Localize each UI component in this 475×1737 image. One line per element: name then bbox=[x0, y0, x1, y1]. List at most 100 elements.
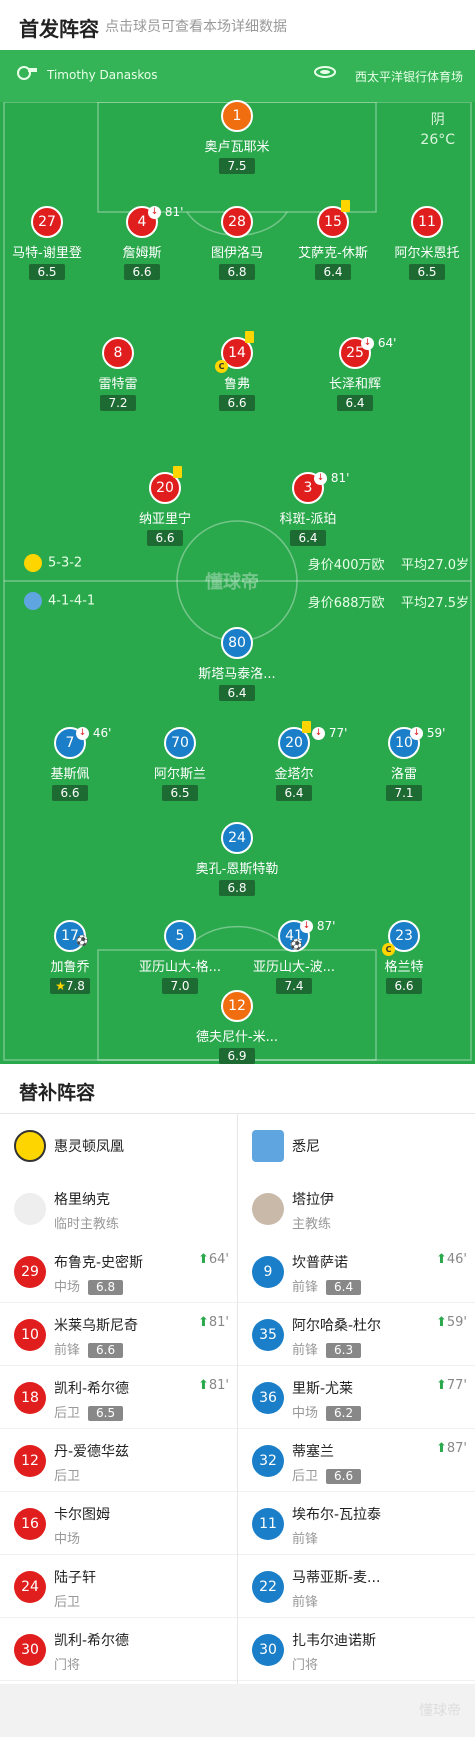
jersey-number: 36 bbox=[252, 1382, 284, 1414]
player-rating: 6.6 bbox=[52, 785, 88, 801]
home-value-info: 身价400万欧 平均27.0岁 bbox=[308, 554, 469, 573]
player-name: 卡尔图姆 bbox=[54, 1507, 110, 1523]
coach-role: 临时主教练 bbox=[54, 1217, 120, 1232]
jersey-circle: 25 ↓ 64' bbox=[339, 336, 396, 369]
home-player[interactable]: 15 艾萨克-休斯 6.4 bbox=[283, 200, 383, 280]
venue-name: 西太平洋银行体育场 bbox=[354, 70, 463, 84]
sub-player-row[interactable]: 18 凯利-希尔德 后卫 6.5 ⬆81' bbox=[0, 1366, 237, 1429]
event-time: 64' bbox=[377, 336, 397, 350]
sub-out-icon: ↓ bbox=[314, 472, 327, 485]
position-text: 前锋 bbox=[292, 1280, 319, 1295]
jersey-circle: 23 C bbox=[382, 920, 420, 956]
sub-player-row[interactable]: 16 卡尔图姆 中场 bbox=[0, 1492, 237, 1555]
captain-icon: C bbox=[382, 943, 395, 956]
substitutes-section: 替补阵容 惠灵顿凤凰 格里纳克 临时主教练 29 布鲁克-史密斯 中场 6.8 ⬆64'… bbox=[0, 1064, 475, 1684]
footer: 懂球帝 bbox=[0, 1684, 475, 1737]
sub-player-row[interactable]: 35 阿尔哈桑-杜尔 前锋 6.3 ⬆59' bbox=[238, 1303, 475, 1366]
weather-info: 阴 26°C bbox=[420, 110, 455, 150]
away-player[interactable]: 20 ↓ 77' 金塔尔 6.4 bbox=[244, 721, 347, 801]
sub-out-icon: ↓ bbox=[361, 337, 374, 350]
player-name: 图伊洛马 bbox=[210, 246, 263, 261]
away-player[interactable]: 80 斯塔马泰洛... 6.4 bbox=[187, 627, 287, 701]
sub-player-row[interactable]: 9 坎普萨诺 前锋 6.4 ⬆46' bbox=[238, 1240, 475, 1303]
sub-out-icon: ↓ bbox=[76, 727, 89, 740]
home-player[interactable]: 20 纳亚里宁 6.6 bbox=[115, 466, 215, 546]
home-player[interactable]: 25 ↓ 64' 长泽和辉 6.4 bbox=[305, 336, 405, 411]
player-rating: 6.5 bbox=[409, 264, 445, 280]
jersey-number: 70 bbox=[164, 727, 196, 759]
player-name: 雷特雷 bbox=[98, 377, 138, 392]
sub-out-icon: ↓ bbox=[410, 727, 423, 740]
player-rating: 6.8 bbox=[219, 880, 255, 896]
substitutes-title: 替补阵容 bbox=[19, 1082, 96, 1104]
sub-out-event: ↓ 81' bbox=[148, 198, 183, 226]
player-position: 门将 bbox=[292, 1658, 319, 1673]
coach-name: 塔拉伊 bbox=[292, 1192, 334, 1208]
player-rating: 6.6 bbox=[88, 1343, 124, 1358]
home-player[interactable]: 4 ↓ 81' 詹姆斯 6.6 bbox=[92, 205, 192, 280]
event-time: 46' bbox=[92, 726, 112, 740]
sub-in-time: ⬆64' bbox=[198, 1252, 229, 1267]
home-player[interactable]: 11 阿尔米恩托 6.5 bbox=[377, 206, 475, 280]
home-player-goalkeeper[interactable]: 1 奥卢瓦耶米 7.5 bbox=[187, 100, 287, 174]
sub-player-row[interactable]: 36 里斯-尤莱 中场 6.2 ⬆77' bbox=[238, 1366, 475, 1429]
player-position: 后卫 6.6 bbox=[292, 1465, 362, 1484]
sub-player-row[interactable]: 11 埃布尔-瓦拉泰 前锋 bbox=[238, 1492, 475, 1555]
away-coach-row[interactable]: 塔拉伊 主教练 bbox=[238, 1177, 475, 1240]
event-time: 81' bbox=[330, 471, 350, 485]
event-time: 81' bbox=[164, 205, 184, 219]
sub-player-row[interactable]: 12 丹-爱德华兹 后卫 bbox=[0, 1429, 237, 1492]
jersey-number: 32 bbox=[252, 1445, 284, 1477]
coach-name: 格里纳克 bbox=[54, 1192, 110, 1208]
player-name: 斯塔马泰洛... bbox=[198, 667, 276, 682]
sub-player-row[interactable]: 29 布鲁克-史密斯 中场 6.8 ⬆64' bbox=[0, 1240, 237, 1303]
sub-player-row[interactable]: 10 米莱乌斯尼奇 前锋 6.6 ⬆81' bbox=[0, 1303, 237, 1366]
player-name: 格兰特 bbox=[384, 960, 424, 975]
away-team-logo-icon bbox=[252, 1130, 284, 1162]
away-team-badge-icon bbox=[24, 592, 42, 610]
jersey-circle: 4 ↓ 81' bbox=[126, 205, 183, 238]
sub-player-row[interactable]: 30 凯利-希尔德 门将 bbox=[0, 1618, 237, 1681]
player-rating: 6.4 bbox=[315, 264, 351, 280]
sub-player-row[interactable]: 22 马蒂亚斯-麦... 前锋 bbox=[238, 1555, 475, 1618]
away-team-row[interactable]: 悉尼 bbox=[238, 1114, 475, 1177]
home-coach-row[interactable]: 格里纳克 临时主教练 bbox=[0, 1177, 237, 1240]
event-time: 77' bbox=[328, 726, 348, 740]
yellow-card-icon bbox=[341, 200, 350, 212]
sub-player-row[interactable]: 30 扎韦尔迪诺斯 门将 bbox=[238, 1618, 475, 1681]
star-icon: ★ bbox=[55, 979, 66, 993]
home-player[interactable]: 8 雷特雷 7.2 bbox=[68, 337, 168, 411]
away-player[interactable]: 7 ↓ 46' 基斯佩 6.6 bbox=[20, 726, 120, 801]
sub-in-time: ⬆46' bbox=[436, 1252, 467, 1267]
time-text: 81' bbox=[208, 1315, 229, 1330]
away-player[interactable]: 70 阿尔斯兰 6.5 bbox=[130, 727, 230, 801]
player-name: 阿尔米恩托 bbox=[394, 246, 460, 261]
stadium-icon bbox=[314, 66, 336, 78]
away-player[interactable]: 10 ↓ 59' 洛雷 7.1 bbox=[354, 726, 454, 801]
home-player[interactable]: 27 马特-谢里登 6.5 bbox=[0, 206, 97, 280]
away-player[interactable]: 41 ↓ 87' ⚽ 亚历山大-波... 7.4 bbox=[244, 919, 344, 994]
player-rating: 6.4 bbox=[337, 395, 373, 411]
away-player-mvp[interactable]: 17 ⚽ 加鲁乔 ★7.8 bbox=[20, 920, 120, 994]
player-name: 詹姆斯 bbox=[122, 246, 162, 261]
player-name: 奥卢瓦耶米 bbox=[204, 140, 270, 155]
home-player[interactable]: 28 图伊洛马 6.8 bbox=[187, 206, 287, 280]
home-team-row[interactable]: 惠灵顿凤凰 bbox=[0, 1114, 237, 1177]
sub-out-icon: ↓ bbox=[312, 727, 325, 740]
away-player[interactable]: 24 奥孔-恩斯特勒 6.8 bbox=[187, 822, 287, 896]
event-time: 59' bbox=[426, 726, 446, 740]
jersey-number: 16 bbox=[14, 1508, 46, 1540]
away-player-captain[interactable]: 23 C 格兰特 6.6 bbox=[354, 920, 454, 994]
coach-role: 主教练 bbox=[292, 1217, 332, 1232]
sub-player-row[interactable]: 32 蒂塞兰 后卫 6.6 ⬆87' bbox=[238, 1429, 475, 1492]
home-player-captain[interactable]: 14 C 鲁弗 6.6 bbox=[187, 331, 287, 411]
away-player[interactable]: 5 亚历山大-格... 7.0 bbox=[130, 920, 230, 994]
home-player[interactable]: 3 ↓ 81' 科斑-派珀 6.4 bbox=[258, 471, 358, 546]
jersey-number: 30 bbox=[14, 1634, 46, 1666]
weather-text: 阴 bbox=[430, 112, 445, 128]
sub-out-event: ↓ 77' bbox=[312, 719, 347, 747]
away-player-goalkeeper[interactable]: 12 德夫尼什-米... 6.9 bbox=[187, 990, 287, 1064]
jersey-circle: 7 ↓ 46' bbox=[54, 726, 111, 759]
sub-player-row[interactable]: 24 陆子轩 后卫 bbox=[0, 1555, 237, 1618]
player-position: 中场 6.8 bbox=[54, 1276, 124, 1295]
